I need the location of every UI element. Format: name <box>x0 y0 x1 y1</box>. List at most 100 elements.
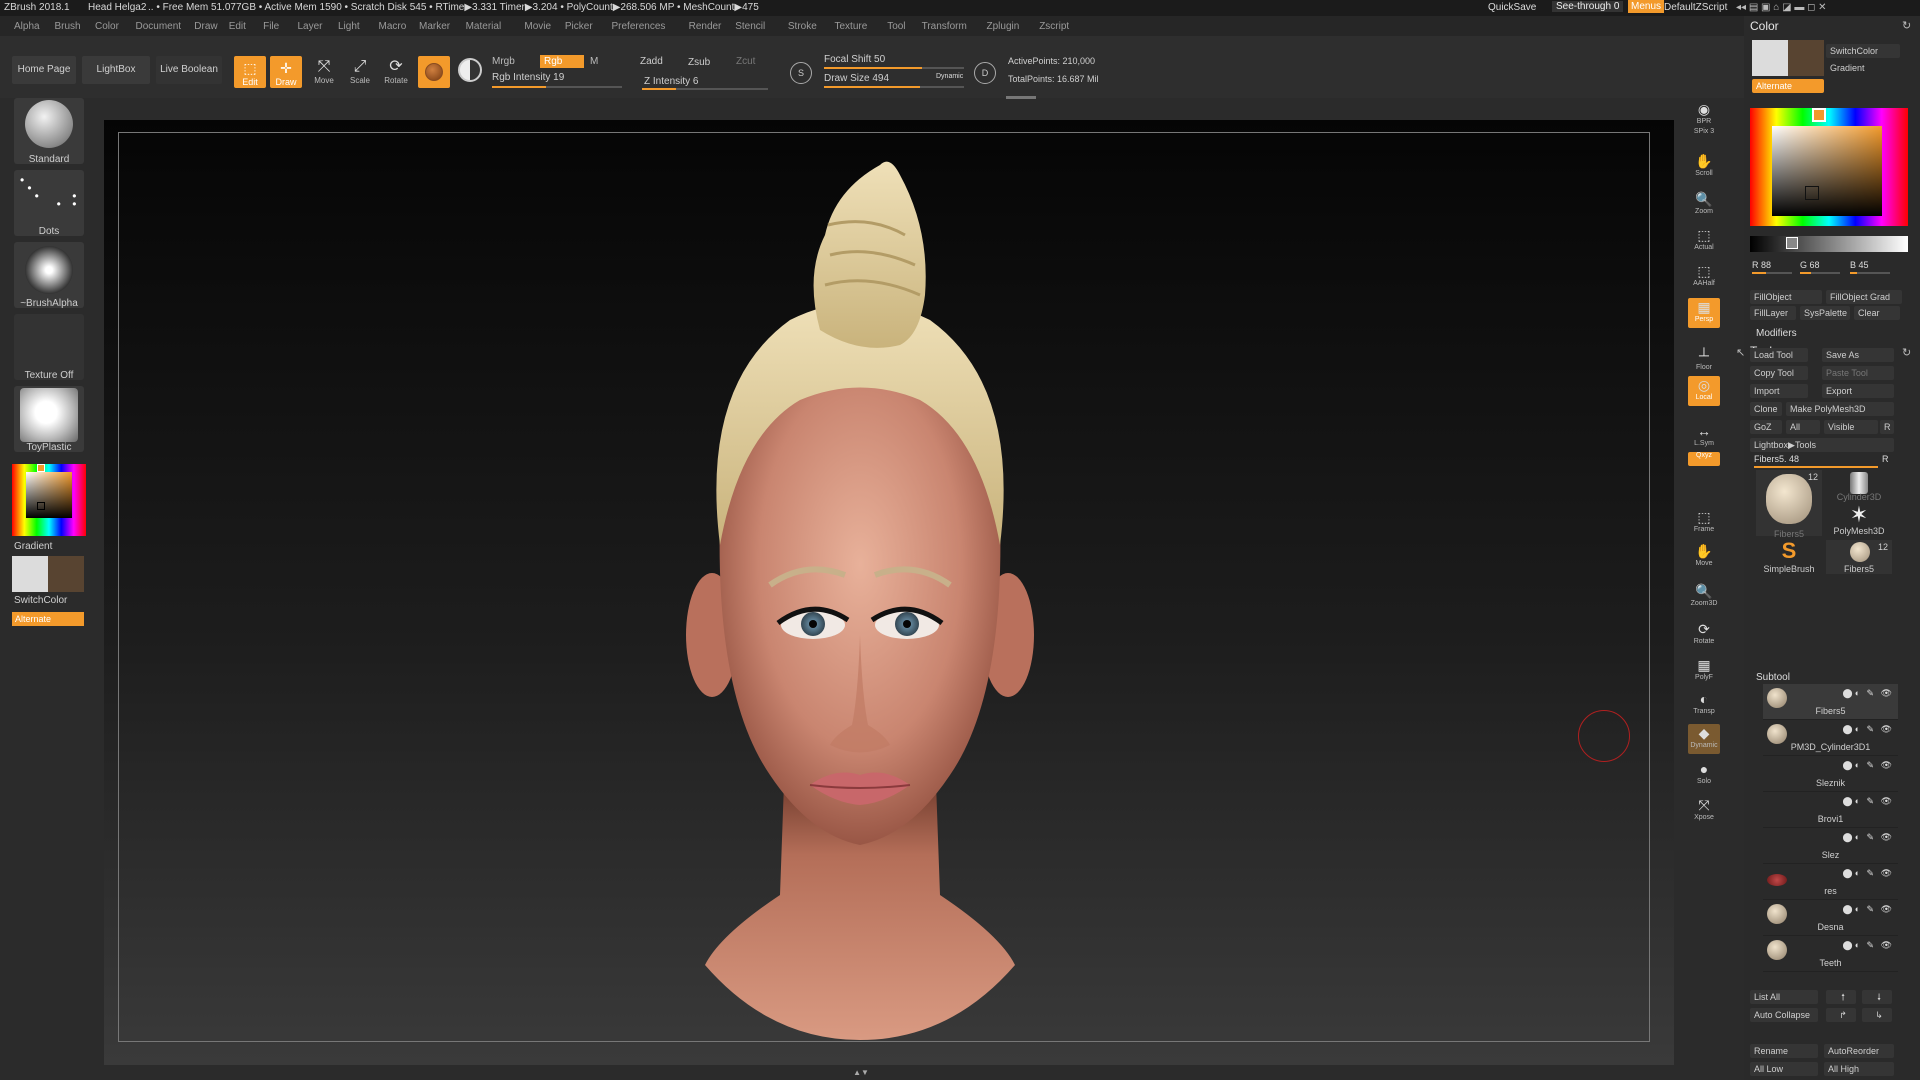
fill-layer-button[interactable]: FillLayer <box>1750 306 1796 320</box>
tool-thumb-fibers[interactable]: 12 Fibers5 <box>1756 470 1822 539</box>
subtool-row[interactable]: ⬤◐ ✎ 👁 Brovi1 <box>1763 792 1898 828</box>
subtool-visibility-icon[interactable]: ⬤◐ ✎ 👁 <box>1843 832 1894 843</box>
menu-movie[interactable]: Movie <box>524 21 551 32</box>
goz-visible-button[interactable]: Visible <box>1824 420 1878 434</box>
left-hue-cursor[interactable] <box>37 464 45 472</box>
auto-reorder-button[interactable]: AutoReorder <box>1824 1044 1894 1058</box>
menu-render[interactable]: Render <box>689 21 722 32</box>
menu-marker[interactable]: Marker <box>419 21 450 32</box>
menu-edit[interactable]: Edit <box>229 21 246 32</box>
clear-button[interactable]: Clear <box>1854 306 1900 320</box>
modifiers-label[interactable]: Modifiers <box>1756 328 1797 339</box>
goz-all-button[interactable]: All <box>1786 420 1820 434</box>
import-button[interactable]: Import <box>1750 384 1808 398</box>
live-boolean-button[interactable]: Live Boolean <box>156 56 222 84</box>
b-slider[interactable]: B 45 <box>1850 260 1869 270</box>
menus-button[interactable]: Menus <box>1628 0 1665 13</box>
sys-palette-button[interactable]: SysPalette <box>1800 306 1850 320</box>
left-color-picker[interactable] <box>12 464 86 536</box>
left-color-cursor[interactable] <box>37 502 45 510</box>
draw-button[interactable]: ✛ Draw <box>270 56 302 88</box>
load-tool-button[interactable]: Load Tool <box>1750 348 1808 362</box>
zcut-button[interactable]: Zcut <box>736 56 755 67</box>
palette-secondary-color[interactable] <box>1788 40 1824 76</box>
left-color-square[interactable] <box>26 472 72 518</box>
see-through-slider[interactable]: See-through 0 <box>1552 1 1624 12</box>
tool-thumb-fibers-2[interactable]: 12 Fibers5 <box>1826 540 1892 574</box>
menu-brush[interactable]: Brush <box>55 21 81 32</box>
auto-collapse-button[interactable]: Auto Collapse <box>1750 1008 1818 1022</box>
dynamic-button[interactable]: ◆ Dynamic <box>1688 724 1720 754</box>
current-tool-track[interactable] <box>1754 466 1878 468</box>
tool-thumb-cylinder[interactable]: Cylinder3D <box>1826 470 1892 502</box>
menu-color[interactable]: Color <box>95 21 119 32</box>
subtool-visibility-icon[interactable]: ⬤◐ ✎ 👁 <box>1843 796 1894 807</box>
b-slider-track[interactable] <box>1850 272 1890 274</box>
copy-tool-button[interactable]: Copy Tool <box>1750 366 1808 380</box>
move-down-button[interactable]: 🠗 <box>1862 990 1892 1004</box>
menu-light[interactable]: Light <box>338 21 360 32</box>
backface-mask-icon[interactable]: D <box>974 62 996 84</box>
persp-button[interactable]: ▦ Persp <box>1688 298 1720 328</box>
focal-shift-slider[interactable]: Focal Shift 50 <box>824 54 885 65</box>
subtool-row[interactable]: ⬤◐ ✎ 👁 Fibers5 <box>1763 684 1898 720</box>
draw-size-track[interactable] <box>824 86 964 88</box>
move-up-button[interactable]: 🠕 <box>1826 990 1856 1004</box>
palette-switch-color[interactable]: SwitchColor <box>1826 44 1900 58</box>
default-zscript-button[interactable]: DefaultZScript <box>1664 2 1727 13</box>
lazy-mouse-icon[interactable]: S <box>790 62 812 84</box>
move-button[interactable]: ⤧ Move <box>308 58 340 85</box>
solo-button[interactable]: ● Solo <box>1688 760 1720 790</box>
paste-tool-button[interactable]: Paste Tool <box>1822 366 1894 380</box>
menu-preferences[interactable]: Preferences <box>612 21 666 32</box>
color-mode-icon[interactable] <box>458 58 482 82</box>
color-square-cursor[interactable] <box>1805 186 1819 200</box>
gray-gradient-bar[interactable] <box>1750 236 1908 252</box>
polyf-button[interactable]: ▦ PolyF <box>1688 656 1720 686</box>
switch-color-button[interactable]: SwitchColor <box>14 595 67 606</box>
zoom3d-button[interactable]: 🔍 Zoom3D <box>1688 582 1720 612</box>
menu-draw[interactable]: Draw <box>194 21 217 32</box>
zsub-button[interactable]: Zsub <box>688 57 710 68</box>
zoom-button[interactable]: 🔍 Zoom <box>1688 190 1720 220</box>
menu-zscript[interactable]: Zscript <box>1039 21 1069 32</box>
subtool-row[interactable]: ⬤◐ ✎ 👁 Desna <box>1763 900 1898 936</box>
brush-selector[interactable]: Standard <box>14 98 84 165</box>
menu-stencil[interactable]: Stencil <box>735 21 765 32</box>
z-intensity-slider[interactable]: Z Intensity 6 <box>644 76 698 87</box>
gradient-label[interactable]: Gradient <box>14 541 52 552</box>
menu-texture[interactable]: Texture <box>835 21 868 32</box>
menu-alpha[interactable]: Alpha <box>14 21 40 32</box>
transp-button[interactable]: ◐ Transp <box>1688 690 1720 720</box>
alpha-selector[interactable]: ~BrushAlpha <box>14 242 84 309</box>
r-slider-track[interactable] <box>1752 272 1792 274</box>
frame-button[interactable]: ⬚ Frame <box>1688 508 1720 538</box>
subtool-visibility-icon[interactable]: ⬤◐ ✎ 👁 <box>1843 760 1894 771</box>
subtool-row[interactable]: ⬤◐ ✎ 👁 PM3D_Cylinder3D1 <box>1763 720 1898 756</box>
rename-button[interactable]: Rename <box>1750 1044 1818 1058</box>
menu-file[interactable]: File <box>263 21 279 32</box>
xpose-button[interactable]: ⤧ Xpose <box>1688 796 1720 826</box>
home-page-button[interactable]: Home Page <box>12 56 76 84</box>
menu-material[interactable]: Material <box>466 21 502 32</box>
material-selector[interactable]: ToyPlastic <box>14 386 84 453</box>
menu-document[interactable]: Document <box>136 21 182 32</box>
floor-button[interactable]: ┴ Floor <box>1688 346 1720 376</box>
tool-thumb-simplebrush[interactable]: S SimpleBrush <box>1756 540 1822 575</box>
lsym-button[interactable]: ↔ L.Sym <box>1688 422 1720 452</box>
list-all-button[interactable]: List All <box>1750 990 1818 1004</box>
quicksave-button[interactable]: QuickSave <box>1488 2 1536 13</box>
shelf-scroll-handle[interactable] <box>1006 96 1036 99</box>
save-as-button[interactable]: Save As <box>1822 348 1894 362</box>
tool-palette-collapse-icon[interactable]: ↻ <box>1902 346 1911 359</box>
texture-selector[interactable]: Texture Off <box>14 314 84 381</box>
move-to-top-button[interactable]: ↱ <box>1826 1008 1856 1022</box>
subtool-visibility-icon[interactable]: ⬤◐ ✎ 👁 <box>1843 904 1894 915</box>
goz-r-button[interactable]: R <box>1880 420 1894 434</box>
menu-zplugin[interactable]: Zplugin <box>987 21 1020 32</box>
subtool-visibility-icon[interactable]: ⬤◐ ✎ 👁 <box>1843 868 1894 879</box>
fill-object-button[interactable]: FillObject <box>1750 290 1822 304</box>
current-tool-r-button[interactable]: R <box>1882 454 1889 464</box>
focal-shift-track[interactable] <box>824 67 964 69</box>
r-slider[interactable]: R 88 <box>1752 260 1771 270</box>
